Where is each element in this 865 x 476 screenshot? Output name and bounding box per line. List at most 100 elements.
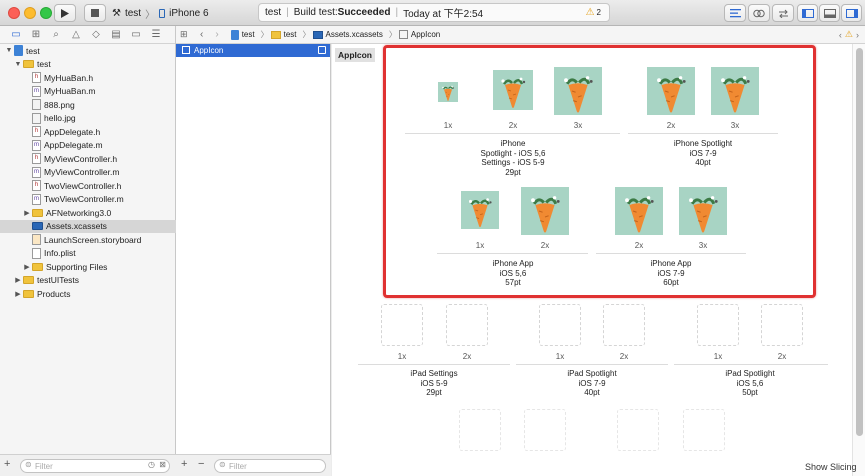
breadcrumb-assets[interactable]: Assets.xcassets [312,30,383,39]
disclosure-closed-icon[interactable]: ▶ [22,209,32,217]
breakpoint-icon[interactable]: ▭ [126,27,146,43]
file-tree-label: MyHuaBan.m [44,86,96,97]
disclosure-closed-icon[interactable]: ▶ [13,276,23,284]
asset-set-title: AppIcon [335,48,375,62]
empty-icon-slot[interactable] [697,304,739,346]
run-button[interactable] [54,4,76,22]
file-tree-label: Supporting Files [46,261,108,272]
debug-icon[interactable]: ▤ [106,27,126,43]
add-icon[interactable]: + [4,458,10,470]
minimize-window-button[interactable] [24,7,36,19]
empty-icon-slot[interactable] [539,304,581,346]
scheme-selector[interactable]: ⚒ test 〉 iPhone 6 [112,5,209,21]
navigator-filter-bar: + ⊜ Filter ◷ ⊠ [0,454,176,476]
file-tree-item[interactable]: LaunchScreen.storyboard [0,233,176,247]
file-tree-label: Products [37,288,71,299]
breadcrumb-project[interactable]: test [230,29,255,40]
file-tree-item[interactable]: Info.plist [0,247,176,261]
source-file-icon: m [32,139,41,151]
scale-label: 2x [777,352,787,361]
file-tree-item[interactable]: 888.png [0,98,176,112]
related-items-icon[interactable]: ⊞ [180,29,192,40]
toggle-navigator-button[interactable] [797,4,818,22]
empty-icon-slot[interactable] [617,409,659,451]
report-icon[interactable]: ☰ [146,27,166,43]
close-window-button[interactable] [8,7,20,19]
version-editor-button[interactable] [772,4,794,22]
rings-icon [753,9,765,17]
remove-asset-button[interactable]: − [198,458,204,470]
search-icon[interactable]: ⌕ [46,27,66,43]
file-tree-item[interactable]: m MyViewController.m [0,166,176,180]
breadcrumb-group[interactable]: test [270,30,297,39]
stop-button[interactable] [84,4,106,22]
filter-icon: ⊜ [25,460,32,469]
warning-nav-icon[interactable]: ⚠ [845,29,853,40]
file-tree-item[interactable]: hello.jpg [0,112,176,126]
zoom-window-button[interactable] [40,7,52,19]
disclosure-open-icon[interactable]: ▼ [4,47,14,54]
empty-icon-slot[interactable] [683,409,725,451]
folder-icon [32,262,43,271]
file-tree-item[interactable]: m AppDelegate.m [0,139,176,153]
file-tree-label: test [26,45,40,56]
disclosure-closed-icon[interactable]: ▶ [22,263,32,271]
breadcrumb-appicon[interactable]: AppIcon [398,30,440,39]
status-build-result: Succeeded [337,7,391,18]
scm-filter-icon[interactable]: ⊠ [159,460,166,469]
warning-badge[interactable]: ⚠ 2 [586,7,601,18]
source-file-icon: m [32,85,41,97]
back-button[interactable]: ‹ [200,29,203,40]
file-tree-item[interactable]: ▶ AFNetworking3.0 [0,206,176,220]
empty-icon-slot[interactable] [459,409,501,451]
empty-icon-slot[interactable] [524,409,566,451]
show-slicing-button[interactable]: Show Slicing [805,462,857,472]
file-tree-item[interactable]: h MyHuaBan.h [0,71,176,85]
file-tree-item[interactable]: m TwoViewController.m [0,193,176,207]
bottom-panel-icon [823,8,836,18]
file-tree-item[interactable]: ▶ Products [0,287,176,301]
empty-icon-slot[interactable] [761,304,803,346]
prev-issue-icon[interactable]: ‹ [839,30,842,40]
empty-icon-slot[interactable] [603,304,645,346]
file-tree-item[interactable]: ▼ test [0,44,176,58]
file-tree-label: AppDelegate.h [44,126,101,137]
test-icon[interactable]: ◇ [86,27,106,43]
canvas-scrollbar[interactable] [852,44,865,476]
scale-label: 1x [713,352,723,361]
forward-button[interactable]: › [215,29,218,40]
file-tree-item[interactable]: m MyHuaBan.m [0,85,176,99]
toggle-utilities-button[interactable] [841,4,862,22]
add-asset-button[interactable]: + [181,458,187,470]
scale-label: 2x [619,352,629,361]
file-tree-item[interactable]: ▶ testUITests [0,274,176,288]
file-tree-item[interactable]: h MyViewController.h [0,152,176,166]
file-tree-item[interactable]: h AppDelegate.h [0,125,176,139]
file-tree-label: test [37,59,51,70]
outline-item-appicon[interactable]: AppIcon [176,44,330,57]
toggle-debug-area-button[interactable] [819,4,840,22]
symbol-icon[interactable]: ⊞ [26,27,46,43]
standard-editor-button[interactable] [724,4,746,22]
file-tree-item[interactable]: h TwoViewController.h [0,179,176,193]
toolbar: ⚒ test 〉 iPhone 6 test | Build test: Suc… [0,0,865,26]
recent-files-icon[interactable]: ◷ [148,460,155,469]
disclosure-closed-icon[interactable]: ▶ [13,290,23,298]
issue-icon[interactable]: △ [66,27,86,43]
outline-filter-placeholder: Filter [229,461,247,471]
scroll-thumb[interactable] [856,48,863,436]
outline-filter-field[interactable]: ⊜ Filter [214,459,326,473]
file-tree-item[interactable]: Assets.xcassets [0,219,176,233]
next-issue-icon[interactable]: › [856,30,859,40]
empty-icon-slot[interactable] [381,304,423,346]
empty-icon-slot[interactable] [446,304,488,346]
warning-icon: ⚠ [585,7,595,18]
assistant-editor-button[interactable] [748,4,770,22]
file-tree-item[interactable]: ▶ Supporting Files [0,260,176,274]
file-tree-item[interactable]: ▼ test [0,58,176,72]
group-divider [516,364,668,365]
folder-icon [23,60,34,69]
navigator-filter-field[interactable]: ⊜ Filter ◷ ⊠ [20,459,170,473]
folder-icon[interactable]: ▭ [6,27,26,43]
disclosure-open-icon[interactable]: ▼ [13,61,23,68]
